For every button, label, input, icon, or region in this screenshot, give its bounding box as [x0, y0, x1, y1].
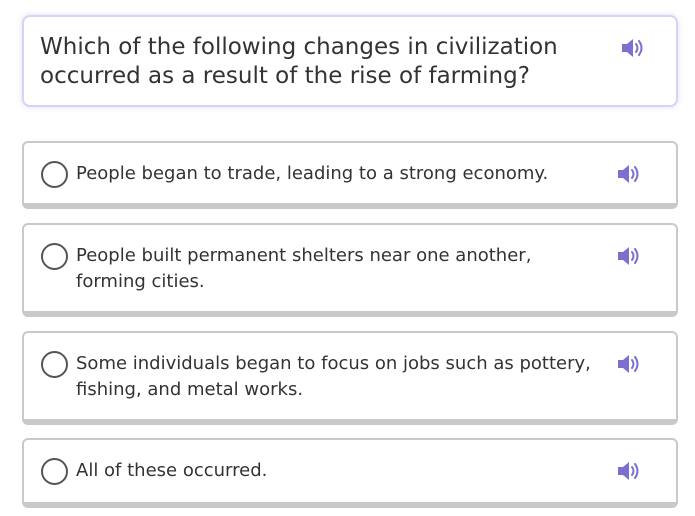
- speaker-icon[interactable]: [616, 245, 642, 267]
- question-card: Which of the following changes in civili…: [22, 15, 678, 107]
- option-label: Some individuals began to focus on jobs …: [76, 353, 591, 400]
- option-label: People built permanent shelters near one…: [76, 245, 532, 292]
- radio-button[interactable]: [41, 351, 68, 378]
- radio-button[interactable]: [41, 243, 68, 270]
- option-label: People began to trade, leading to a stro…: [76, 163, 549, 184]
- speaker-icon[interactable]: [616, 353, 642, 375]
- speaker-icon[interactable]: [620, 37, 646, 59]
- option-label: All of these occurred.: [76, 460, 268, 481]
- answer-option-4[interactable]: All of these occurred.: [22, 438, 678, 508]
- answer-option-2[interactable]: People built permanent shelters near one…: [22, 223, 678, 317]
- speaker-icon[interactable]: [616, 460, 642, 482]
- radio-button[interactable]: [41, 161, 68, 188]
- answer-option-1[interactable]: People began to trade, leading to a stro…: [22, 141, 678, 209]
- question-text: Which of the following changes in civili…: [40, 34, 558, 89]
- speaker-icon[interactable]: [616, 163, 642, 185]
- answer-option-3[interactable]: Some individuals began to focus on jobs …: [22, 331, 678, 425]
- radio-button[interactable]: [41, 458, 68, 485]
